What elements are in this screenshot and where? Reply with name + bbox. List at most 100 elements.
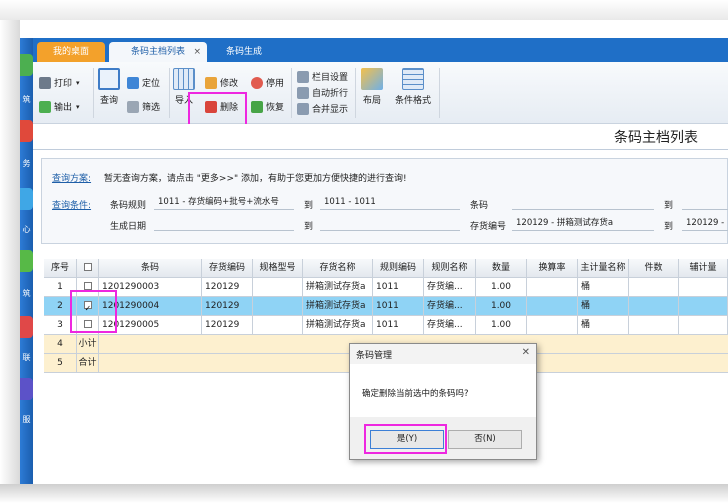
tab-barcode-list[interactable]: 条码主档列表 × <box>109 42 207 62</box>
cell-rule-name: 存货编... <box>424 297 476 316</box>
modify-button[interactable]: 修改 <box>205 76 238 89</box>
divider <box>169 68 170 118</box>
cell-rule-name: 存货编... <box>424 278 476 297</box>
query-label: 查询 <box>99 96 118 106</box>
cell-spec <box>253 297 303 316</box>
col-header[interactable]: 规则编码 <box>373 259 424 278</box>
pencil-icon <box>205 76 217 89</box>
toolbar: 打印 ▾ 输出 ▾ 查询 定位 筛选 导入 修改 删除 停用 恢复 栏目设置 自… <box>33 62 728 127</box>
date-from-field[interactable] <box>154 215 294 231</box>
cell-inv-name: 拼箱测试存货a <box>303 297 373 316</box>
cell-rate <box>527 316 578 335</box>
col-header[interactable]: 件数 <box>629 259 679 278</box>
checkbox[interactable] <box>83 262 92 271</box>
layout-label: 布局 <box>362 96 381 106</box>
col-header[interactable]: 存货编码 <box>202 259 253 278</box>
total-label: 合计 <box>77 354 99 373</box>
col-header[interactable]: 数量 <box>476 259 527 278</box>
locate-button[interactable]: 定位 <box>127 76 160 89</box>
cell-spec <box>253 316 303 335</box>
cell-aux <box>679 278 728 297</box>
query-panel: 查询方案: 暂无查询方案，请点击 "更多>>" 添加，有助于您更加方便快捷的进行… <box>41 158 728 244</box>
filter-button[interactable]: 筛选 <box>127 100 160 113</box>
no-button[interactable]: 否(N) <box>448 430 522 449</box>
col-header[interactable]: 规格型号 <box>253 259 303 278</box>
export-button[interactable]: 输出 ▾ <box>39 100 80 113</box>
nav-label: 心 <box>22 225 31 234</box>
col-header[interactable]: 辅计量 <box>679 259 728 278</box>
locate-icon <box>127 76 139 89</box>
scheme-label[interactable]: 查询方案: <box>52 174 91 184</box>
merge-display-button[interactable]: 合并显示 <box>297 102 348 115</box>
disable-button[interactable]: 停用 <box>251 76 284 89</box>
divider <box>291 68 292 118</box>
left-nav-strip: 筑 务 心 筑 联 服 <box>20 38 33 484</box>
restore-button[interactable]: 恢复 <box>251 100 284 113</box>
nav-label: 务 <box>22 159 31 168</box>
inventory-to-field[interactable]: 120129 - <box>682 215 728 231</box>
table-row[interactable]: 3 1201290005 120129 拼箱测试存货a 1011 存货编... … <box>44 316 728 335</box>
restore-label: 恢复 <box>266 103 285 113</box>
nav-app-icon[interactable] <box>20 54 33 76</box>
restore-icon <box>251 100 263 113</box>
cell-seq: 5 <box>44 354 77 373</box>
close-icon[interactable]: ✕ <box>522 347 530 358</box>
chevron-down-icon: ▾ <box>76 78 80 87</box>
condition-format-icon <box>402 68 424 90</box>
layout-button[interactable]: 布局 <box>359 68 385 106</box>
table-row[interactable]: 1 1201290003 120129 拼箱测试存货a 1011 存货编... … <box>44 278 728 297</box>
export-icon <box>39 100 51 113</box>
barcode-to-field[interactable] <box>682 194 728 210</box>
chevron-down-icon: ▾ <box>76 102 80 111</box>
auto-wrap-button[interactable]: 自动折行 <box>297 86 348 99</box>
rule-to-field[interactable]: 1011 - 1011 <box>320 194 460 210</box>
date-to-field[interactable] <box>320 215 460 231</box>
cell-pieces <box>629 297 679 316</box>
export-label: 输出 <box>54 103 73 113</box>
checkbox[interactable] <box>83 281 92 290</box>
column-settings-button[interactable]: 栏目设置 <box>297 70 348 83</box>
query-button[interactable]: 查询 <box>97 68 121 106</box>
to-label: 到 <box>304 222 314 232</box>
col-header[interactable]: 主计量名称 <box>578 259 629 278</box>
disable-label: 停用 <box>266 79 285 89</box>
frame-bottom <box>0 484 728 503</box>
col-header[interactable]: 序号 <box>44 259 77 278</box>
tab-desktop[interactable]: 我的桌面 <box>37 42 105 62</box>
cell-rule-code: 1011 <box>373 316 424 335</box>
condition-label[interactable]: 查询条件: <box>52 198 91 211</box>
col-header-select-all[interactable] <box>77 259 99 278</box>
col-header[interactable]: 规则名称 <box>424 259 476 278</box>
barcode-from-field[interactable] <box>512 194 654 210</box>
col-header[interactable]: 换算率 <box>527 259 578 278</box>
nav-app-icon[interactable] <box>20 316 33 338</box>
checkbox-highlight-box <box>70 290 117 333</box>
table-row-selected[interactable]: 2 1201290004 120129 拼箱测试存货a 1011 存货编... … <box>44 297 728 316</box>
nav-app-icon[interactable] <box>20 188 33 210</box>
nav-label: 服 <box>22 415 31 424</box>
to-label: 到 <box>304 201 314 211</box>
filter-icon <box>127 100 139 113</box>
merge-display-label: 合并显示 <box>312 105 349 115</box>
col-header[interactable]: 存货名称 <box>303 259 373 278</box>
scheme-row: 查询方案: 暂无查询方案，请点击 "更多>>" 添加，有助于您更加方便快捷的进行… <box>52 171 407 184</box>
nav-app-icon[interactable] <box>20 250 33 272</box>
layout-icon <box>361 68 383 90</box>
print-button[interactable]: 打印 ▾ <box>39 76 80 89</box>
nav-app-icon[interactable] <box>20 378 33 400</box>
col-header[interactable]: 条码 <box>99 259 202 278</box>
cell-seq: 4 <box>44 335 77 354</box>
dialog-titlebar: 条码管理 ✕ <box>350 344 536 364</box>
cell-inv-code: 120129 <box>202 316 253 335</box>
condition-format-button[interactable]: 条件格式 <box>391 68 435 106</box>
filter-label: 筛选 <box>142 103 161 113</box>
rule-from-field[interactable]: 1011 - 存货编码+批号+流水号 <box>154 194 294 210</box>
delete-highlight-box <box>188 92 247 127</box>
page-title: 条码主档列表 <box>614 130 698 146</box>
inventory-from-field[interactable]: 120129 - 拼箱测试存货a <box>512 215 654 231</box>
tab-barcode-generate[interactable]: 条码生成 <box>211 42 277 62</box>
nav-app-icon[interactable] <box>20 120 33 142</box>
cell-aux <box>679 297 728 316</box>
close-icon[interactable]: × <box>193 42 201 62</box>
grid-icon <box>173 68 195 90</box>
